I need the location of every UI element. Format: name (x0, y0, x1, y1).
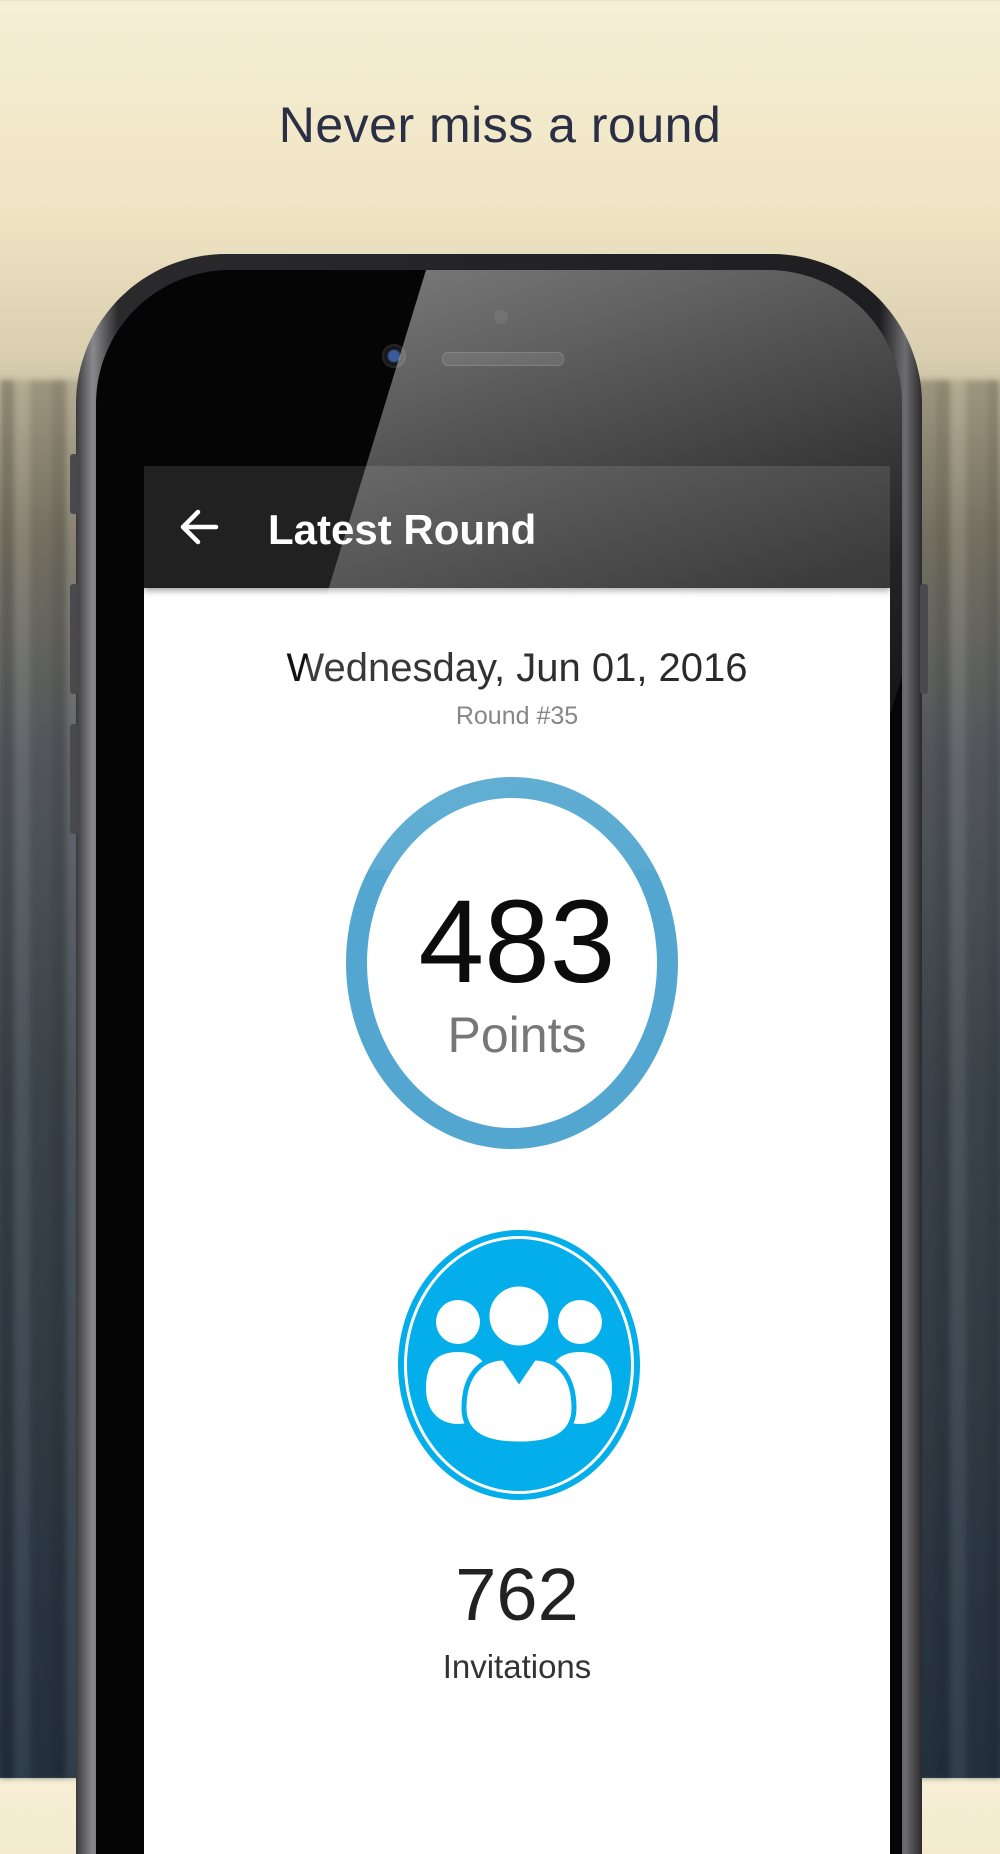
round-number: Round #35 (455, 702, 579, 730)
back-button[interactable] (174, 502, 224, 552)
volume-down-button (70, 724, 78, 834)
power-button (920, 584, 928, 694)
page-title: Latest Round (268, 506, 537, 553)
mute-switch (70, 454, 78, 514)
proximity-sensor (494, 310, 508, 324)
points-value: 483 (418, 876, 616, 1008)
phone-bezel: Latest Round Wednesday, Jun 01, 2016 Rou… (96, 270, 902, 1854)
invitations-badge[interactable] (398, 1230, 640, 1500)
invitations-value: 762 (455, 1553, 579, 1636)
invitations-label: Invitations (442, 1648, 592, 1685)
front-camera (382, 344, 406, 368)
arrow-left-icon (180, 509, 219, 545)
points-label: Points (447, 1007, 587, 1063)
round-date: Wednesday, Jun 01, 2016 (286, 646, 748, 690)
app-bar: Latest Round (144, 466, 890, 588)
phone-frame: Latest Round Wednesday, Jun 01, 2016 Rou… (70, 254, 928, 1854)
volume-up-button (70, 584, 78, 694)
group-icon (426, 1281, 612, 1447)
promo-headline: Never miss a round (278, 97, 722, 153)
earpiece-speaker (442, 352, 564, 366)
app-screen: Latest Round Wednesday, Jun 01, 2016 Rou… (144, 466, 890, 1854)
